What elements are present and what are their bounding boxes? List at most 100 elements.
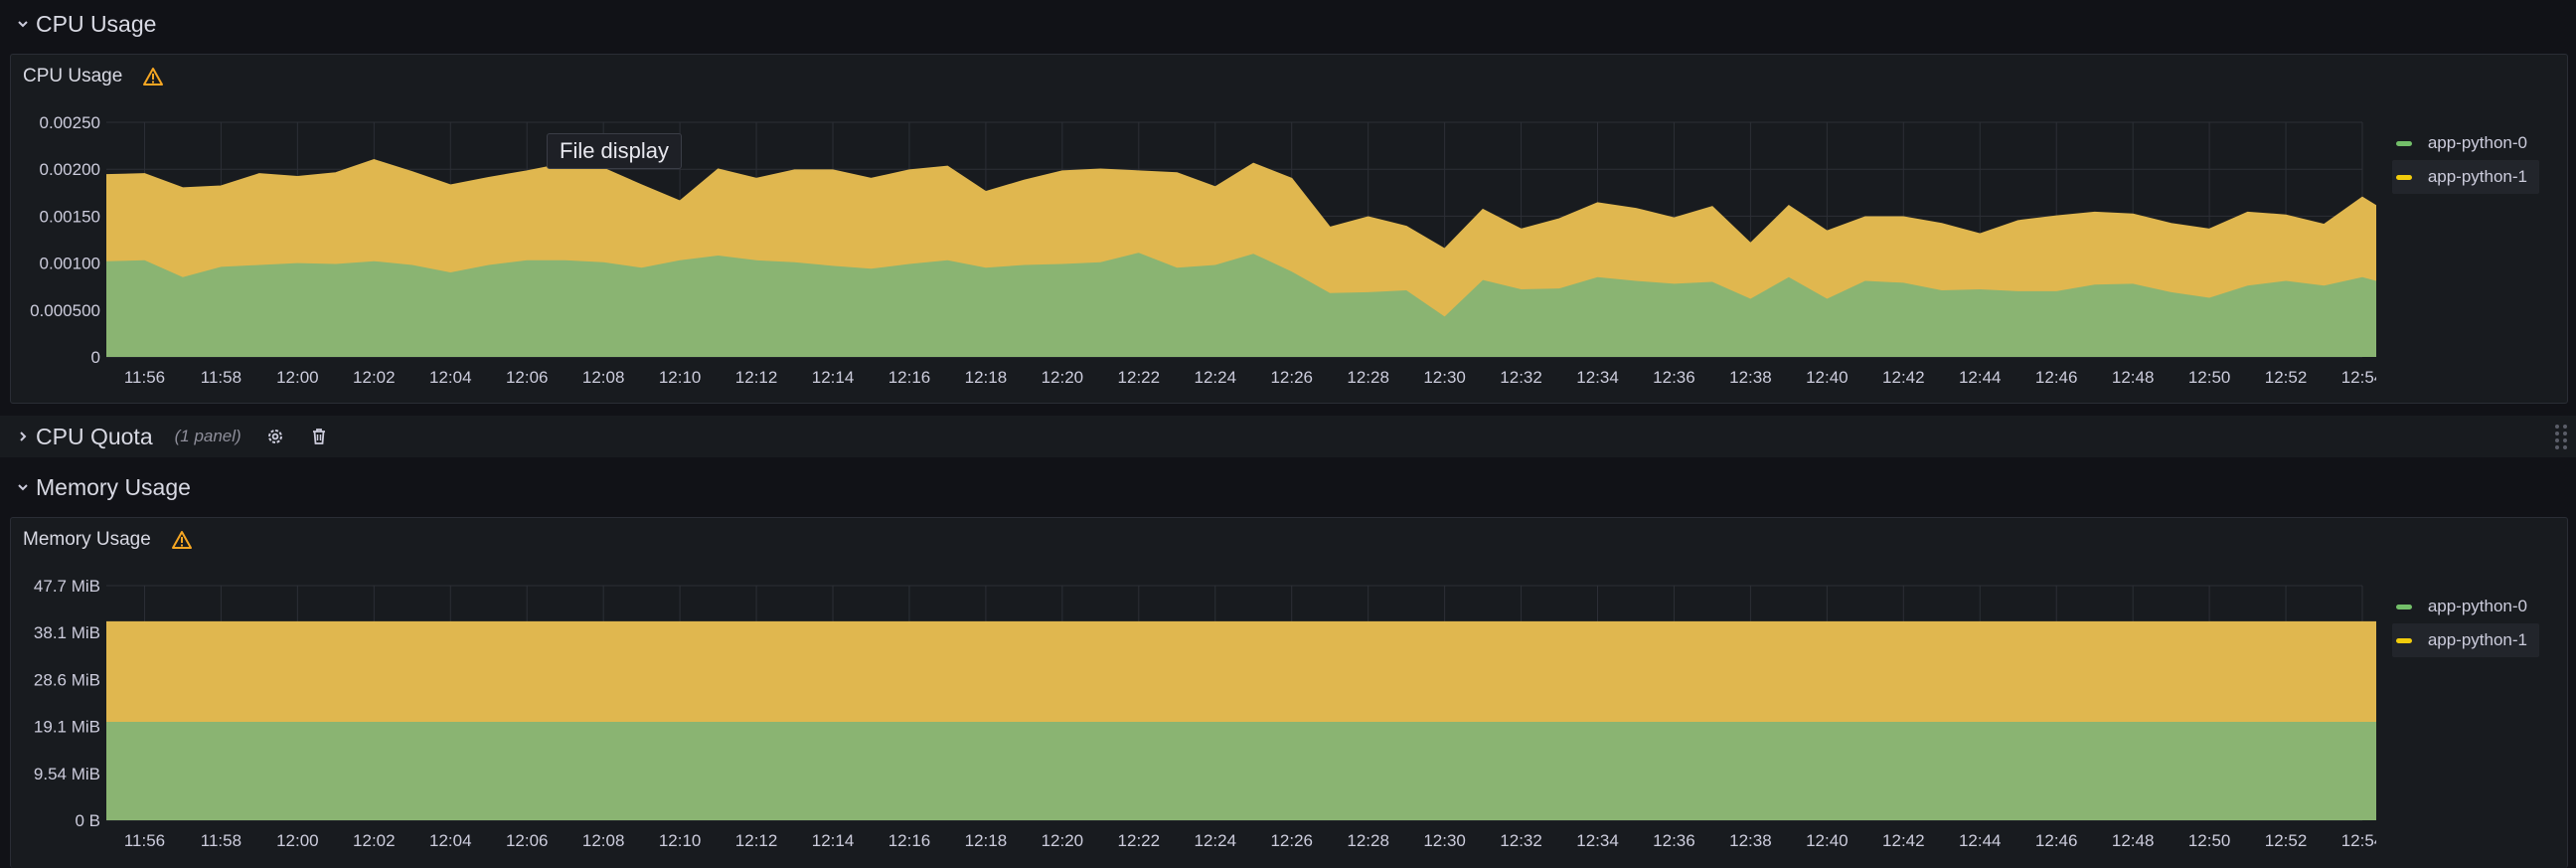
x-tick-label: 12:48 — [2112, 831, 2155, 850]
cpu-usage-chart[interactable]: 11:56 11:58 12:00 12:02 12:04 12:06 12:08 12:10… — [11, 98, 2376, 397]
legend-item-app-python-1[interactable]: app-python-1 — [2391, 160, 2539, 194]
x-tick-label: 11:56 — [124, 368, 165, 387]
x-tick-label: 12:06 — [506, 831, 549, 850]
legend-item-app-python-1[interactable]: app-python-1 — [2391, 623, 2539, 657]
chevron-right-icon[interactable] — [16, 424, 32, 449]
panel-title[interactable]: CPU Usage — [23, 66, 122, 87]
legend-swatch — [2395, 174, 2412, 180]
row-title[interactable]: CPU Quota — [36, 424, 153, 450]
x-tick-label: 12:22 — [1118, 831, 1161, 850]
x-tick-label: 12:10 — [659, 368, 702, 387]
x-tick-label: 12:48 — [2112, 368, 2155, 387]
y-tick-label: 28.6 MiB — [34, 670, 100, 689]
x-tick-label: 12:42 — [1882, 831, 1925, 850]
tooltip: File display — [547, 133, 683, 169]
x-tick-label: 12:38 — [1729, 368, 1772, 387]
trash-icon[interactable] — [309, 427, 329, 446]
x-tick-label: 12:14 — [812, 831, 855, 850]
legend-swatch — [2395, 604, 2412, 609]
panel-memory-usage: Memory Usage 11:56 11:58 12:00 12:02 12:04 12… — [10, 517, 2568, 868]
row-title[interactable]: Memory Usage — [36, 474, 191, 501]
gear-icon[interactable] — [265, 427, 285, 446]
x-tick-label: 12:26 — [1270, 831, 1313, 850]
row-cpu-usage[interactable]: CPU Usage — [0, 2, 2576, 46]
x-tick-label: 12:22 — [1118, 368, 1161, 387]
x-tick-label: 12:46 — [2035, 831, 2078, 850]
x-tick-label: 12:36 — [1653, 368, 1695, 387]
row-cpu-quota[interactable]: CPU Quota (1 panel) — [0, 416, 2576, 457]
x-tick-label: 12:04 — [429, 368, 472, 387]
legend-label: app-python-0 — [2427, 133, 2527, 152]
row-title[interactable]: CPU Usage — [36, 11, 156, 38]
x-tick-label: 12:54 — [2341, 368, 2376, 387]
x-tick-label: 12:24 — [1194, 368, 1236, 387]
x-tick-label: 12:38 — [1729, 831, 1772, 850]
legend-label: app-python-0 — [2427, 597, 2527, 615]
x-tick-label: 12:20 — [1042, 368, 1084, 387]
chevron-down-icon[interactable] — [16, 474, 32, 500]
x-tick-label: 11:58 — [201, 368, 242, 387]
x-tick-label: 12:26 — [1270, 368, 1313, 387]
panel-header[interactable]: CPU Usage — [11, 55, 2567, 98]
x-tick-label: 12:02 — [353, 831, 396, 850]
x-tick-label: 12:00 — [276, 368, 319, 387]
x-tick-label: 12:44 — [1959, 831, 2002, 850]
memory-usage-chart[interactable]: 11:56 11:58 12:00 12:02 12:04 12:06 12:08 12:10… — [11, 562, 2376, 860]
y-tick-label: 0 B — [75, 811, 100, 830]
x-tick-label: 12:46 — [2035, 368, 2078, 387]
y-tick-label: 0.00150 — [40, 207, 100, 226]
x-tick-label: 12:28 — [1347, 368, 1389, 387]
x-tick-label: 12:40 — [1806, 831, 1849, 850]
x-tick-label: 12:32 — [1500, 831, 1542, 850]
panel-header[interactable]: Memory Usage — [11, 518, 2567, 562]
x-tick-label: 12:18 — [965, 831, 1008, 850]
x-tick-label: 12:04 — [429, 831, 472, 850]
legend-label: app-python-1 — [2427, 167, 2527, 186]
x-tick-label: 12:30 — [1423, 831, 1466, 850]
x-tick-label: 12:30 — [1423, 368, 1466, 387]
legend-label: app-python-1 — [2427, 630, 2527, 649]
x-tick-label: 12:06 — [506, 368, 549, 387]
x-tick-label: 12:00 — [276, 831, 319, 850]
x-tick-label: 12:44 — [1959, 368, 2002, 387]
legend-item-app-python-0[interactable]: app-python-0 — [2392, 590, 2539, 623]
y-tick-label: 9.54 MiB — [34, 765, 100, 783]
x-tick-label: 12:24 — [1194, 831, 1236, 850]
panel-cpu-usage: CPU Usage 11:56 11:58 12:00 12:02 12:04 12:06… — [10, 54, 2568, 404]
warning-icon[interactable] — [142, 67, 164, 87]
row-panel-count: (1 panel) — [174, 427, 242, 445]
drag-handle-icon[interactable] — [2554, 424, 2568, 456]
y-tick-label: 19.1 MiB — [34, 718, 100, 737]
y-tick-label: 0.00200 — [40, 160, 100, 179]
x-tick-label: 12:08 — [582, 368, 625, 387]
area-series-app-python-1[interactable] — [106, 621, 2376, 722]
x-tick-label: 12:52 — [2265, 368, 2308, 387]
x-tick-label: 12:42 — [1882, 368, 1925, 387]
y-tick-label: 47.7 MiB — [34, 577, 100, 596]
x-tick-label: 12:08 — [582, 831, 625, 850]
panel-title[interactable]: Memory Usage — [23, 529, 151, 551]
x-tick-label: 12:16 — [888, 831, 931, 850]
x-tick-label: 12:50 — [2188, 368, 2231, 387]
x-tick-label: 12:02 — [353, 368, 396, 387]
y-tick-label: 38.1 MiB — [34, 623, 100, 642]
legend-item-app-python-0[interactable]: app-python-0 — [2392, 126, 2539, 160]
area-series-app-python-0[interactable] — [106, 722, 2376, 820]
x-tick-label: 12:36 — [1653, 831, 1695, 850]
chevron-down-icon[interactable] — [16, 11, 32, 37]
y-tick-label: 0.00100 — [40, 255, 100, 273]
row-memory-usage[interactable]: Memory Usage — [0, 465, 2576, 509]
y-tick-label: 0.00250 — [40, 113, 100, 132]
legend-swatch — [2395, 140, 2412, 146]
warning-icon[interactable] — [171, 530, 193, 550]
legend-swatch — [2395, 637, 2412, 643]
x-tick-label: 12:52 — [2265, 831, 2308, 850]
x-tick-label: 12:20 — [1042, 831, 1084, 850]
legend: app-python-0 app-python-1 — [2391, 126, 2539, 194]
y-tick-label: 0.000500 — [30, 301, 100, 320]
x-tick-label: 12:50 — [2188, 831, 2231, 850]
x-tick-label: 12:18 — [965, 368, 1008, 387]
x-tick-label: 12:12 — [735, 831, 778, 850]
x-tick-label: 12:34 — [1576, 831, 1619, 850]
x-tick-label: 11:56 — [124, 831, 165, 850]
